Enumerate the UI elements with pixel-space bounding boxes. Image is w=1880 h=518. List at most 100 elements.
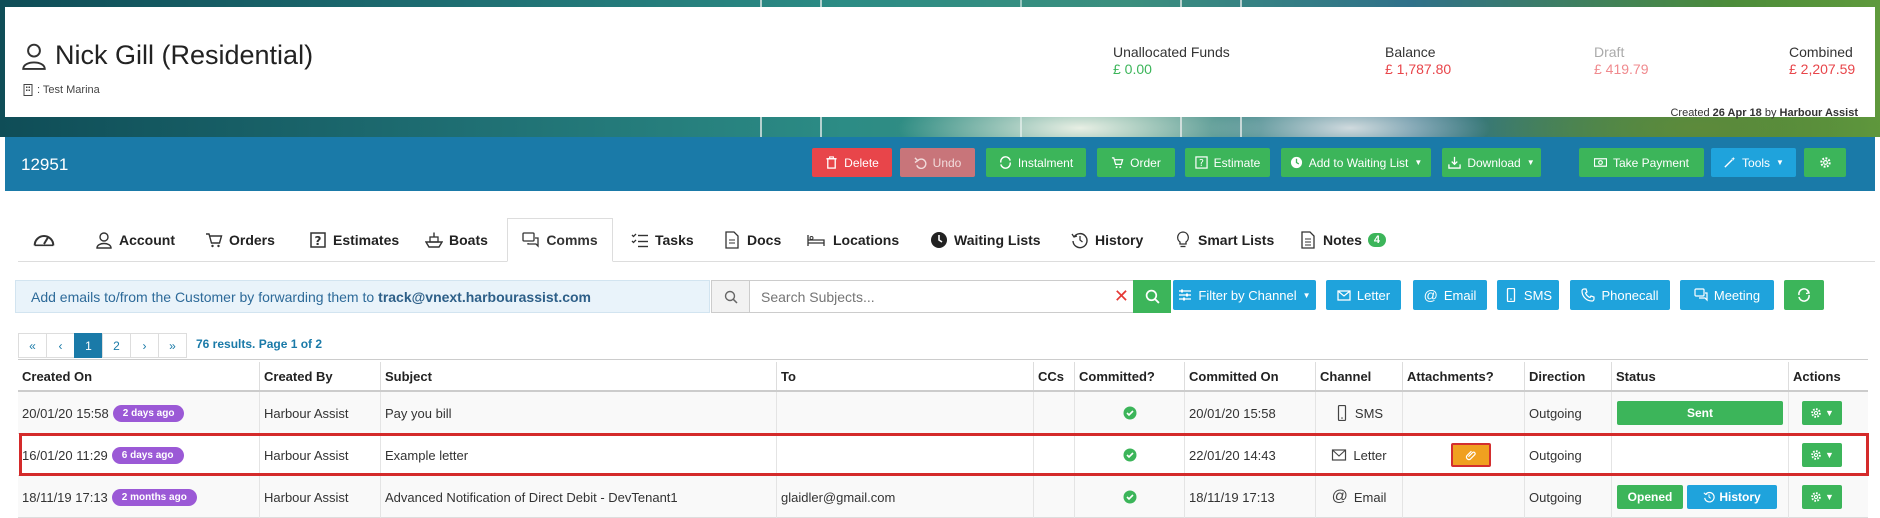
check-circle-icon [1123, 448, 1136, 462]
combined-label: Combined [1789, 44, 1853, 60]
created-by-word: by [1764, 107, 1777, 119]
header-committed-on[interactable]: Committed On [1185, 362, 1316, 390]
tab-waiting-lists[interactable]: Waiting Lists [930, 218, 1041, 262]
clear-search-icon[interactable]: ✕ [1114, 287, 1129, 305]
draft: Draft £ 419.79 [1594, 44, 1649, 77]
tab-tasks[interactable]: Tasks [631, 218, 694, 262]
add-to-waiting-list-button[interactable]: Add to Waiting List ▼ [1281, 148, 1431, 177]
cell-channel: @ Email [1316, 476, 1403, 518]
tools-button[interactable]: Tools ▼ [1711, 148, 1796, 177]
waiting-list-label: Add to Waiting List [1308, 155, 1409, 170]
header-actions: Actions [1793, 368, 1841, 384]
page-first[interactable]: « [18, 333, 47, 358]
page-2[interactable]: 2 [102, 333, 131, 358]
table-row[interactable]: 16/01/20 11:29 6 days ago Harbour Assist… [18, 434, 1868, 476]
row-actions-button[interactable]: ▼ [1802, 401, 1842, 425]
search-button[interactable] [1133, 280, 1171, 313]
delete-button[interactable]: Delete [812, 148, 892, 177]
tab-history[interactable]: History [1071, 218, 1143, 262]
created-by: Harbour Assist [1779, 107, 1858, 119]
tab-comms-label: Comms [546, 232, 598, 248]
undo-button[interactable]: Undo [900, 148, 975, 177]
header-channel[interactable]: Channel [1316, 362, 1403, 390]
instalment-button[interactable]: Instalment [986, 148, 1086, 177]
history-label: History [1719, 490, 1761, 504]
attachment-button[interactable] [1450, 443, 1491, 467]
tab-history-label: History [1095, 232, 1144, 248]
order-button[interactable]: Order [1097, 148, 1175, 177]
header-committed[interactable]: Committed? [1075, 362, 1185, 390]
refresh-button[interactable] [1784, 280, 1824, 310]
search-addon [712, 281, 750, 312]
search-input[interactable] [751, 281, 1096, 312]
tab-docs[interactable]: Docs [723, 218, 781, 262]
header-subject[interactable]: Subject [381, 362, 777, 390]
meeting-button[interactable]: Meeting [1680, 280, 1774, 310]
header-to[interactable]: To [777, 362, 1034, 390]
download-button[interactable]: Download ▼ [1442, 148, 1541, 177]
header-direction[interactable]: Direction [1525, 362, 1612, 390]
tab-account-label: Account [119, 232, 175, 248]
check-circle-icon [1123, 406, 1136, 420]
estimate-button[interactable]: ? Estimate [1185, 148, 1270, 177]
header-attachments[interactable]: Attachments? [1403, 362, 1525, 390]
sms-button[interactable]: SMS [1497, 280, 1559, 310]
cell-committed-on: 20/01/20 15:58 [1185, 392, 1316, 434]
tab-notes[interactable]: Notes 4 [1299, 218, 1387, 262]
header-ccs[interactable]: CCs [1034, 362, 1075, 390]
tab-estimates[interactable]: ? Estimates [309, 218, 399, 262]
svg-text:?: ? [1199, 158, 1204, 169]
page-1[interactable]: 1 [74, 333, 103, 358]
tab-notes-label: Notes [1323, 232, 1362, 248]
email-button[interactable]: @ Email [1413, 280, 1487, 310]
header-status[interactable]: Status [1612, 362, 1789, 390]
document-icon [725, 231, 739, 249]
caret-down-icon: ▼ [1776, 158, 1784, 167]
page-last[interactable]: » [158, 333, 187, 358]
table-row[interactable]: 18/11/19 17:13 2 months ago Harbour Assi… [18, 476, 1868, 518]
table-row[interactable]: 20/01/20 15:58 2 days ago Harbour Assist… [18, 392, 1868, 434]
settings-button[interactable] [1804, 148, 1846, 177]
cell-to [777, 392, 1034, 434]
combined: Combined £ 2,207.59 [1789, 44, 1855, 77]
search-box: ✕ [711, 280, 1134, 313]
header-created-by[interactable]: Created By [260, 362, 381, 390]
cell-actions: ▼ [1789, 392, 1868, 434]
page-next[interactable]: › [130, 333, 159, 358]
tab-locations-label: Locations [833, 232, 900, 248]
take-payment-label: Take Payment [1612, 155, 1690, 170]
tab-smart-lists[interactable]: Smart Lists [1174, 218, 1274, 262]
page-prev[interactable]: ‹ [46, 333, 75, 358]
status-history-button[interactable]: History [1687, 485, 1777, 509]
search-icon [724, 290, 738, 304]
status-opened-button[interactable]: Opened [1617, 485, 1683, 509]
letter-button[interactable]: Letter [1326, 280, 1401, 310]
tab-account[interactable]: Account [95, 218, 175, 262]
cell-to: glaidler@gmail.com [777, 476, 1034, 518]
cell-to [777, 434, 1034, 476]
tab-orders[interactable]: Orders [205, 218, 275, 262]
caret-down-icon: ▼ [1825, 408, 1834, 418]
row-actions-button[interactable]: ▼ [1802, 485, 1842, 509]
cell-subject[interactable]: Pay you bill [381, 392, 777, 434]
mobile-icon [1506, 288, 1516, 302]
tab-comms[interactable]: Comms [507, 218, 613, 262]
refresh-icon [999, 156, 1011, 169]
cell-ccs [1034, 392, 1075, 434]
phonecall-label: Phonecall [1601, 287, 1659, 303]
cell-direction: Outgoing [1525, 476, 1612, 518]
phonecall-button[interactable]: Phonecall [1570, 280, 1670, 310]
row-actions-button[interactable]: ▼ [1802, 443, 1842, 467]
tab-boats[interactable]: Boats [425, 218, 488, 262]
tab-locations[interactable]: Locations [805, 218, 899, 262]
cell-subject[interactable]: Advanced Notification of Direct Debit - … [381, 476, 777, 518]
header-created-on[interactable]: Created On [18, 362, 260, 390]
take-payment-button[interactable]: Take Payment [1579, 148, 1704, 177]
tab-dashboard[interactable] [28, 218, 70, 262]
filter-by-channel-button[interactable]: Filter by Channel ▼ [1173, 280, 1316, 310]
delete-label: Delete [844, 155, 879, 170]
cell-attachments [1403, 434, 1525, 476]
status-sent-button[interactable]: Sent [1617, 401, 1783, 425]
balance-label: Balance [1385, 44, 1436, 60]
cell-subject[interactable]: Example letter [381, 434, 777, 476]
